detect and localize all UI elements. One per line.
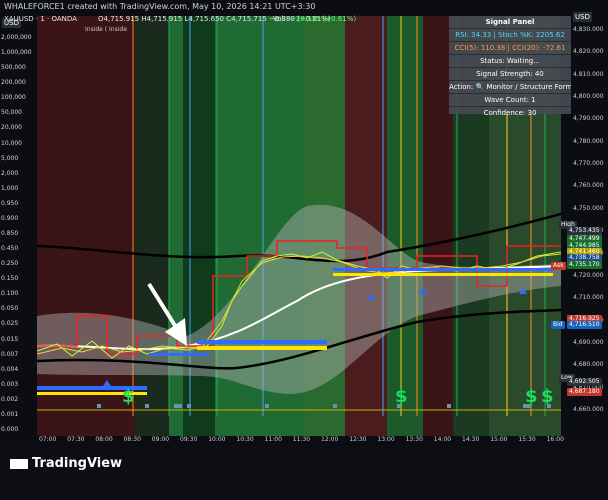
- time-tick-label: 10:00: [208, 436, 226, 443]
- left-tick-label: 50,000: [1, 109, 22, 117]
- tv-logo-icon: [10, 458, 28, 469]
- time-tick-label: 14:00: [433, 436, 452, 443]
- price-level-label: 4,735.170: [567, 261, 602, 269]
- time-tick-label: 07:00: [39, 436, 57, 443]
- right-tick-label: 4,800.000: [573, 93, 604, 101]
- wave-count-row: Wave Count: 1: [449, 94, 571, 107]
- right-tick-label: 4,790.000: [573, 115, 604, 123]
- left-tick-label: 0.050: [1, 305, 19, 313]
- time-tick-label: 11:30: [292, 436, 311, 443]
- indicator-subline: Inside ( Inside: [85, 26, 127, 33]
- left-tick-label: 0.900: [1, 214, 19, 222]
- right-tick-label: 4,770.000: [573, 160, 604, 168]
- status-row: Status: Waiting...: [449, 55, 571, 68]
- left-scale[interactable]: USD 2,000,000 1,000,000 500,000 200,000 100,…: [0, 16, 37, 436]
- time-tick-label: 08:30: [123, 436, 141, 443]
- time-tick-label: 12:30: [349, 436, 367, 443]
- left-tick-label: 5,000: [1, 154, 19, 162]
- left-tick-label: 0.150: [1, 275, 19, 283]
- price-level-label: 4,692.505: [567, 378, 602, 386]
- right-tick-label: 4,820.000: [573, 48, 604, 56]
- left-tick-label: 0.007: [1, 350, 19, 358]
- left-tick-label: 2,000,000: [1, 34, 32, 41]
- price-level-label: 4,716.510: [567, 321, 602, 329]
- left-tick-label: 0.450: [1, 245, 19, 253]
- right-tick-label: 4,810.000: [573, 70, 604, 78]
- volume-value: −28.535 (+0.61%): [290, 15, 357, 23]
- signal-strength-row: Signal Strength: 40: [449, 68, 571, 81]
- left-tick-label: 0.002: [1, 395, 19, 403]
- buy-signal-marker: $: [395, 386, 408, 407]
- right-tick-label: 4,660.000: [573, 406, 604, 413]
- time-tick-label: 14:30: [462, 436, 480, 443]
- buy-signal-marker: $: [122, 386, 135, 407]
- left-tick-label: 1,000,000: [1, 49, 32, 57]
- brand-name: TradingView: [32, 456, 123, 471]
- time-tick-label: 16:00: [546, 436, 564, 443]
- right-tick-label: 4,680.000: [573, 361, 604, 369]
- left-tick-label: 10,000: [1, 139, 22, 147]
- buy-signal-marker: $: [525, 386, 538, 407]
- cci-row: CCI(5): 110.38 | CCI(20): -72.61: [449, 42, 571, 55]
- left-tick-label: 0.250: [1, 260, 19, 268]
- confidence-row: Confidence: 30: [483, 109, 537, 117]
- time-tick-label: 12:00: [321, 436, 339, 443]
- rsi-stoch-row: RSI: 34.33 | Stoch %K: 2205.62: [449, 29, 571, 42]
- left-tick-label: 0.003: [1, 380, 19, 388]
- time-tick-label: 11:00: [264, 436, 282, 443]
- created-line: WHALEFORCE1 created with TradingView.com…: [4, 2, 316, 11]
- time-tick-label: 10:30: [236, 436, 254, 443]
- right-tick-label: 4,780.000: [573, 137, 604, 145]
- volume-label: Vol: [273, 15, 284, 23]
- left-tick-label: 1,000: [1, 184, 19, 192]
- left-tick-label: 2,000: [1, 169, 19, 177]
- left-tick-label: 0.950: [1, 199, 19, 207]
- left-tick-label: 0.025: [1, 320, 19, 328]
- tradingview-logo: TradingView: [10, 456, 122, 471]
- price-level-label: Ask: [551, 262, 566, 270]
- left-tick-label: 500,000: [1, 64, 26, 72]
- left-tick-label: 20,000: [1, 124, 22, 132]
- left-tick-label: 0.100: [1, 290, 19, 298]
- time-tick-label: 07:30: [67, 436, 85, 443]
- time-tick-label: 09:30: [180, 436, 198, 443]
- left-tick-label: 100,000: [1, 94, 26, 102]
- buy-signal-marker: $: [541, 386, 554, 407]
- left-tick-label: 0.015: [1, 335, 19, 343]
- left-tick-label: 0.850: [1, 230, 19, 237]
- bull-zone: [387, 16, 423, 436]
- price-level-label: 4,687.180: [567, 388, 602, 396]
- tradingview-screenshot: WHALEFORCE1 created with TradingView.com…: [0, 0, 608, 500]
- right-currency-label: USD: [573, 12, 592, 22]
- left-tick-label: 0.004: [1, 365, 19, 373]
- right-tick-label: 4,690.000: [573, 338, 604, 346]
- time-tick-label: 08:00: [95, 436, 113, 443]
- right-tick-label: 4,760.000: [573, 182, 604, 190]
- right-tick-label: 4,720.000: [573, 271, 604, 279]
- time-tick-label: 13:30: [405, 436, 423, 443]
- action-row: Action: 🔍 Monitor / Structure Forming: [449, 81, 571, 94]
- signal-panel-title: Signal Panel: [449, 16, 571, 29]
- signal-panel: Signal Panel RSI: 34.33 | Stoch %K: 2205…: [449, 16, 571, 117]
- time-tick-label: 13:00: [377, 436, 395, 443]
- price-level-label: 4,753.435: [567, 227, 602, 235]
- left-tick-label: 200,000: [1, 79, 26, 87]
- right-tick-label: 4,710.000: [573, 294, 604, 302]
- right-tick-label: 4,830.000: [573, 26, 604, 33]
- price-level-label: Bid: [551, 321, 565, 329]
- time-scale[interactable]: 07:00 07:30 08:00 08:30 09:00 09:30 10:00 10:30…: [37, 436, 564, 446]
- right-tick-label: 4,750.000: [573, 204, 604, 212]
- time-tick-label: 15:00: [490, 436, 508, 443]
- symbol-label[interactable]: XAUUSD · 1 · OANDA: [4, 15, 77, 23]
- left-tick-label: 0.000: [1, 426, 19, 433]
- time-tick-label: 15:30: [518, 436, 536, 443]
- footer: [0, 446, 608, 500]
- left-tick-label: 0.001: [1, 410, 19, 418]
- time-tick-label: 09:00: [151, 436, 170, 443]
